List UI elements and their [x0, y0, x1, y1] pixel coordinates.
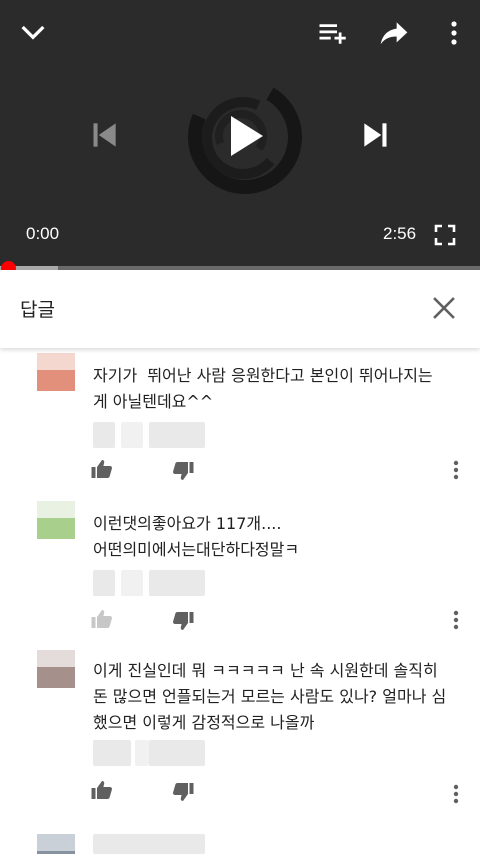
- close-replies-button[interactable]: [428, 292, 460, 324]
- comment-item: 이런댓의좋아요가 117개.... 어떤의미에서는대단하다정말ㅋ: [0, 498, 480, 648]
- replies-header: 답글: [0, 270, 480, 348]
- redacted-author: [93, 834, 205, 854]
- comment-item: 자기가 뛰어난 사람 응원한다고 본인이 뛰어나지는 게 아닐텐데요^^: [0, 348, 480, 498]
- current-time: 0:00: [26, 224, 60, 243]
- avatar[interactable]: [37, 834, 75, 854]
- avatar[interactable]: [37, 353, 75, 391]
- fullscreen-button[interactable]: [430, 220, 460, 250]
- avatar-top: [37, 834, 75, 851]
- comment-item: [0, 834, 480, 854]
- more-vert-icon: [453, 610, 459, 630]
- comment-text: 이런댓의좋아요가 117개.... 어떤의미에서는대단하다정말ㅋ: [93, 514, 300, 559]
- thumb-down-icon: [173, 612, 194, 630]
- avatar-top: [37, 353, 75, 370]
- duration: 2:56: [383, 224, 417, 243]
- comment-more-button[interactable]: [443, 781, 469, 807]
- dislike-button[interactable]: [171, 459, 197, 485]
- skip-next-icon: [364, 123, 387, 147]
- thumb-down-icon: [173, 462, 194, 480]
- comment-list[interactable]: 자기가 뛰어난 사람 응원한다고 본인이 뛰어나지는 게 아닐텐데요^^ 이런댓…: [0, 348, 480, 854]
- redacted-author: [93, 422, 205, 448]
- avatar-top: [37, 650, 75, 667]
- avatar[interactable]: [37, 650, 75, 688]
- more-vert-icon: [453, 784, 459, 804]
- skip-previous-button[interactable]: [85, 116, 123, 154]
- chevron-down-icon: [21, 25, 45, 40]
- thumb-up-icon: [91, 610, 112, 628]
- thumb-down-icon: [173, 783, 194, 801]
- fullscreen-icon: [434, 224, 456, 246]
- thumb-up-icon: [91, 781, 112, 799]
- comment-text: 자기가 뛰어난 사람 응원한다고 본인이 뛰어나지는 게 아닐텐데요^^: [93, 366, 433, 411]
- skip-next-button[interactable]: [357, 116, 395, 154]
- more-vert-icon: [453, 460, 459, 480]
- avatar-bottom: [37, 370, 75, 391]
- redacted-author: [93, 740, 205, 766]
- comment-more-button[interactable]: [443, 607, 469, 633]
- play-icon: [231, 116, 263, 156]
- avatar[interactable]: [37, 501, 75, 539]
- dislike-button[interactable]: [171, 780, 197, 806]
- like-button[interactable]: [90, 778, 116, 804]
- like-button[interactable]: [90, 607, 116, 633]
- close-icon: [433, 297, 455, 319]
- avatar-bottom: [37, 518, 75, 539]
- more-options-button[interactable]: [438, 15, 470, 51]
- comment-item: 이게 진실인데 뭐 ㅋㅋㅋㅋㅋ 난 속 시원한데 솔직히 돈 많으면 언플되는거…: [0, 648, 480, 828]
- minimize-button[interactable]: [14, 14, 52, 52]
- comment-more-button[interactable]: [443, 457, 469, 483]
- share-button[interactable]: [376, 15, 412, 51]
- comment-text: 이게 진실인데 뭐 ㅋㅋㅋㅋㅋ 난 속 시원한데 솔직히 돈 많으면 언플되는거…: [93, 661, 447, 732]
- more-vert-icon: [451, 21, 457, 45]
- video-player[interactable]: 0:00 2:56: [0, 0, 480, 268]
- avatar-top: [37, 501, 75, 518]
- replies-title: 답글: [20, 299, 55, 321]
- skip-previous-icon: [93, 123, 116, 147]
- add-to-queue-icon: [319, 24, 346, 44]
- dislike-button[interactable]: [171, 609, 197, 635]
- like-button[interactable]: [90, 457, 116, 483]
- thumb-up-icon: [91, 460, 112, 478]
- add-to-queue-button[interactable]: [314, 15, 350, 51]
- share-icon: [380, 22, 408, 45]
- avatar-bottom: [37, 667, 75, 688]
- redacted-author: [93, 570, 205, 596]
- play-button[interactable]: [218, 108, 274, 164]
